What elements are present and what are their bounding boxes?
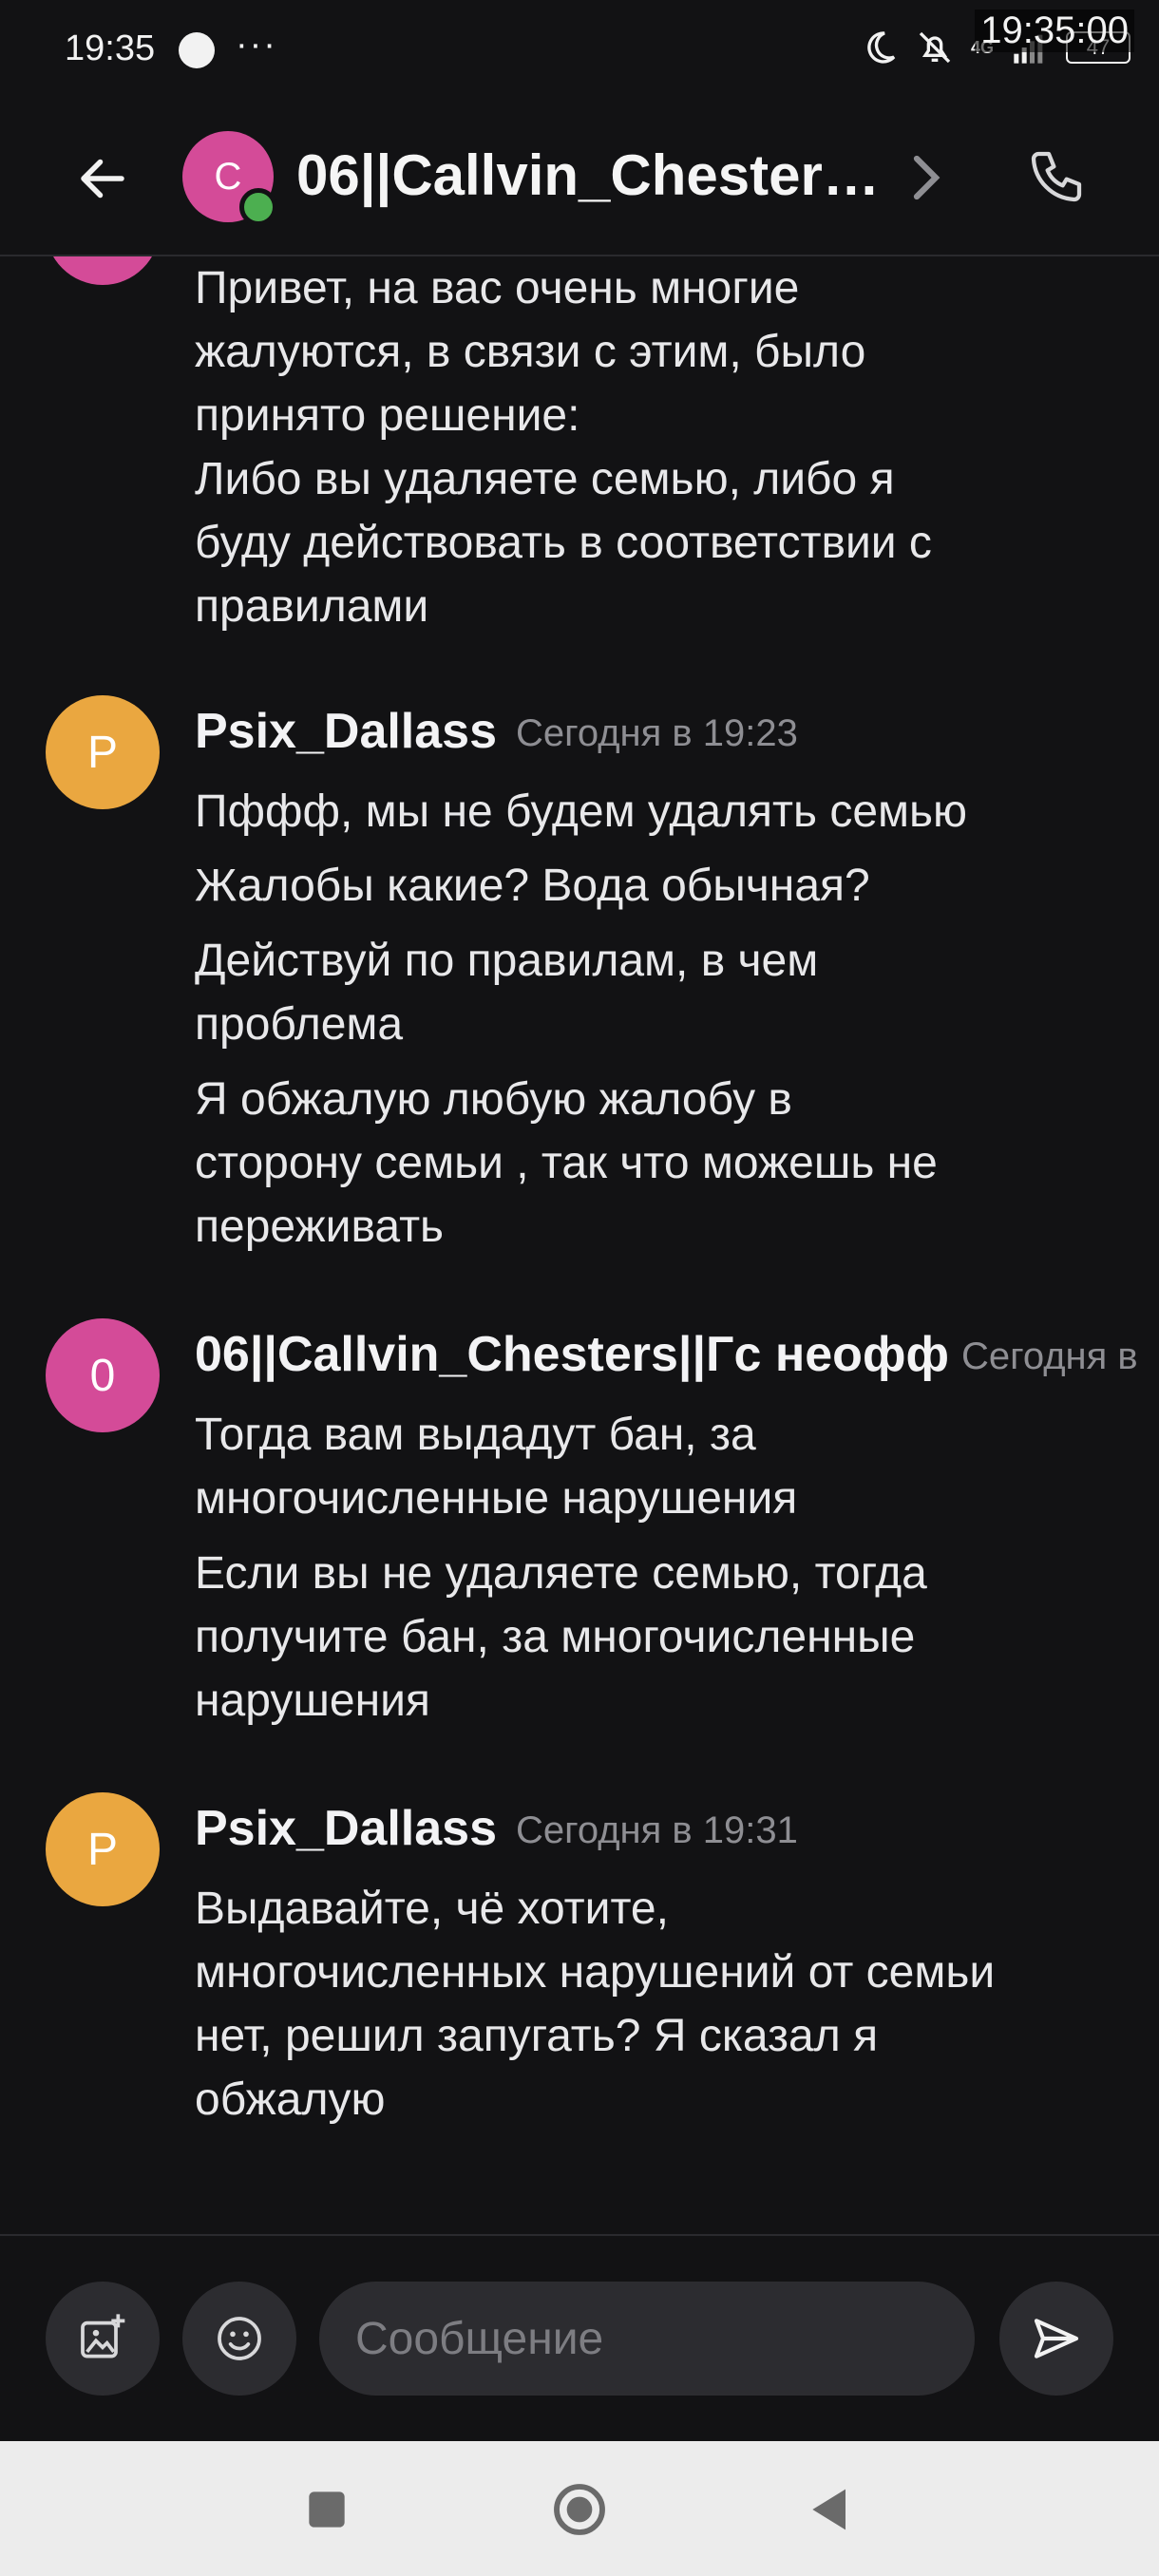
home-circle-icon[interactable]	[549, 2479, 610, 2540]
message-timestamp: Сегодня в 19:23	[516, 712, 798, 754]
message-text: буду действовать в соответствии с	[195, 518, 932, 568]
message-text: нет, решил запугать? Я сказал я	[195, 2011, 879, 2061]
avatar-letter: C	[214, 155, 242, 198]
emoji-button[interactable]	[182, 2282, 296, 2396]
more-notifications-icon: ···	[236, 25, 277, 65]
message-text: переживать	[195, 1202, 445, 1252]
message-text: Жалобы какие? Вода обычная?	[195, 861, 870, 911]
message-text: Тогда вам выдадут бан, за	[195, 1410, 756, 1460]
clock-overlay: 19:35:00	[975, 9, 1134, 52]
chat-title[interactable]: 06||Callvin_Chesters||Гс неофф	[296, 142, 904, 208]
status-bar: 19:35 ··· 4G 47 19:35:00	[0, 0, 1159, 104]
avatar-partial	[46, 256, 160, 285]
composer-divider	[0, 2234, 1159, 2236]
phone-icon[interactable]	[1026, 146, 1087, 207]
status-time: 19:35	[65, 28, 156, 68]
bell-off-icon	[919, 31, 951, 64]
avatar[interactable]: 0	[46, 1318, 160, 1432]
avatar-letter: P	[86, 1824, 118, 1875]
message-text: обжалую	[195, 2074, 386, 2125]
avatar[interactable]: P	[46, 1792, 160, 1906]
message-timestamp: Сегодня в 19:31	[516, 1809, 798, 1851]
send-button[interactable]	[999, 2282, 1113, 2396]
send-icon	[1034, 2319, 1079, 2358]
message-text: многочисленных нарушений от семьи	[195, 1947, 996, 1998]
attach-image-button[interactable]	[46, 2282, 160, 2396]
message-author[interactable]: 06||Callvin_Chesters||Гс неофф	[195, 1326, 949, 1383]
message-text: Выдавайте, чё хотите,	[195, 1884, 669, 1934]
message-text: принято решение:	[195, 390, 580, 441]
smiley-icon	[218, 2317, 261, 2360]
avatar-letter: P	[86, 727, 118, 778]
avatar-letter: 0	[89, 1350, 116, 1401]
message-text: проблема	[195, 999, 404, 1050]
message-text: жалуются, в связи с этим, было	[195, 327, 866, 377]
moon-icon	[867, 31, 896, 64]
message-text: Если вы не удаляете семью, тогда	[195, 1548, 927, 1599]
message-author[interactable]: Psix_Dallass	[195, 1800, 497, 1857]
message-list[interactable]: Привет, на вас очень многие жалуются, в …	[0, 256, 1159, 2232]
message-text: Пффф, мы не будем удалять семью	[195, 786, 968, 837]
message-input[interactable]	[319, 2282, 975, 2396]
message-text: Привет, на вас очень многие	[195, 263, 800, 313]
message-text: многочисленные нарушения	[195, 1473, 798, 1524]
chat-header: C 06||Callvin_Chesters||Гс неофф	[0, 114, 1159, 256]
chevron-right-icon[interactable]	[912, 154, 940, 201]
square-stop-icon[interactable]	[296, 2479, 357, 2540]
back-arrow-icon[interactable]	[74, 150, 131, 207]
message-text: правилами	[195, 581, 429, 632]
message-text: Либо вы удаляете семью, либо я	[195, 454, 895, 504]
system-nav-bar	[0, 2441, 1159, 2576]
message-author[interactable]: Psix_Dallass	[195, 703, 497, 760]
back-triangle-icon[interactable]	[800, 2479, 861, 2540]
message-text: Действуй по правилам, в чем	[195, 936, 819, 986]
message-text: Я обжалую любую жалобу в	[195, 1074, 792, 1125]
globe-icon	[179, 32, 215, 68]
message-text: получите бан, за многочисленные	[195, 1612, 916, 1662]
message-text: сторону семьи , так что можешь не	[195, 1138, 938, 1188]
avatar[interactable]: P	[46, 695, 160, 809]
image-plus-icon	[81, 2314, 125, 2358]
message-timestamp: Сегодня в	[961, 1335, 1138, 1377]
message-text: нарушения	[195, 1676, 430, 1726]
online-indicator	[239, 188, 277, 226]
